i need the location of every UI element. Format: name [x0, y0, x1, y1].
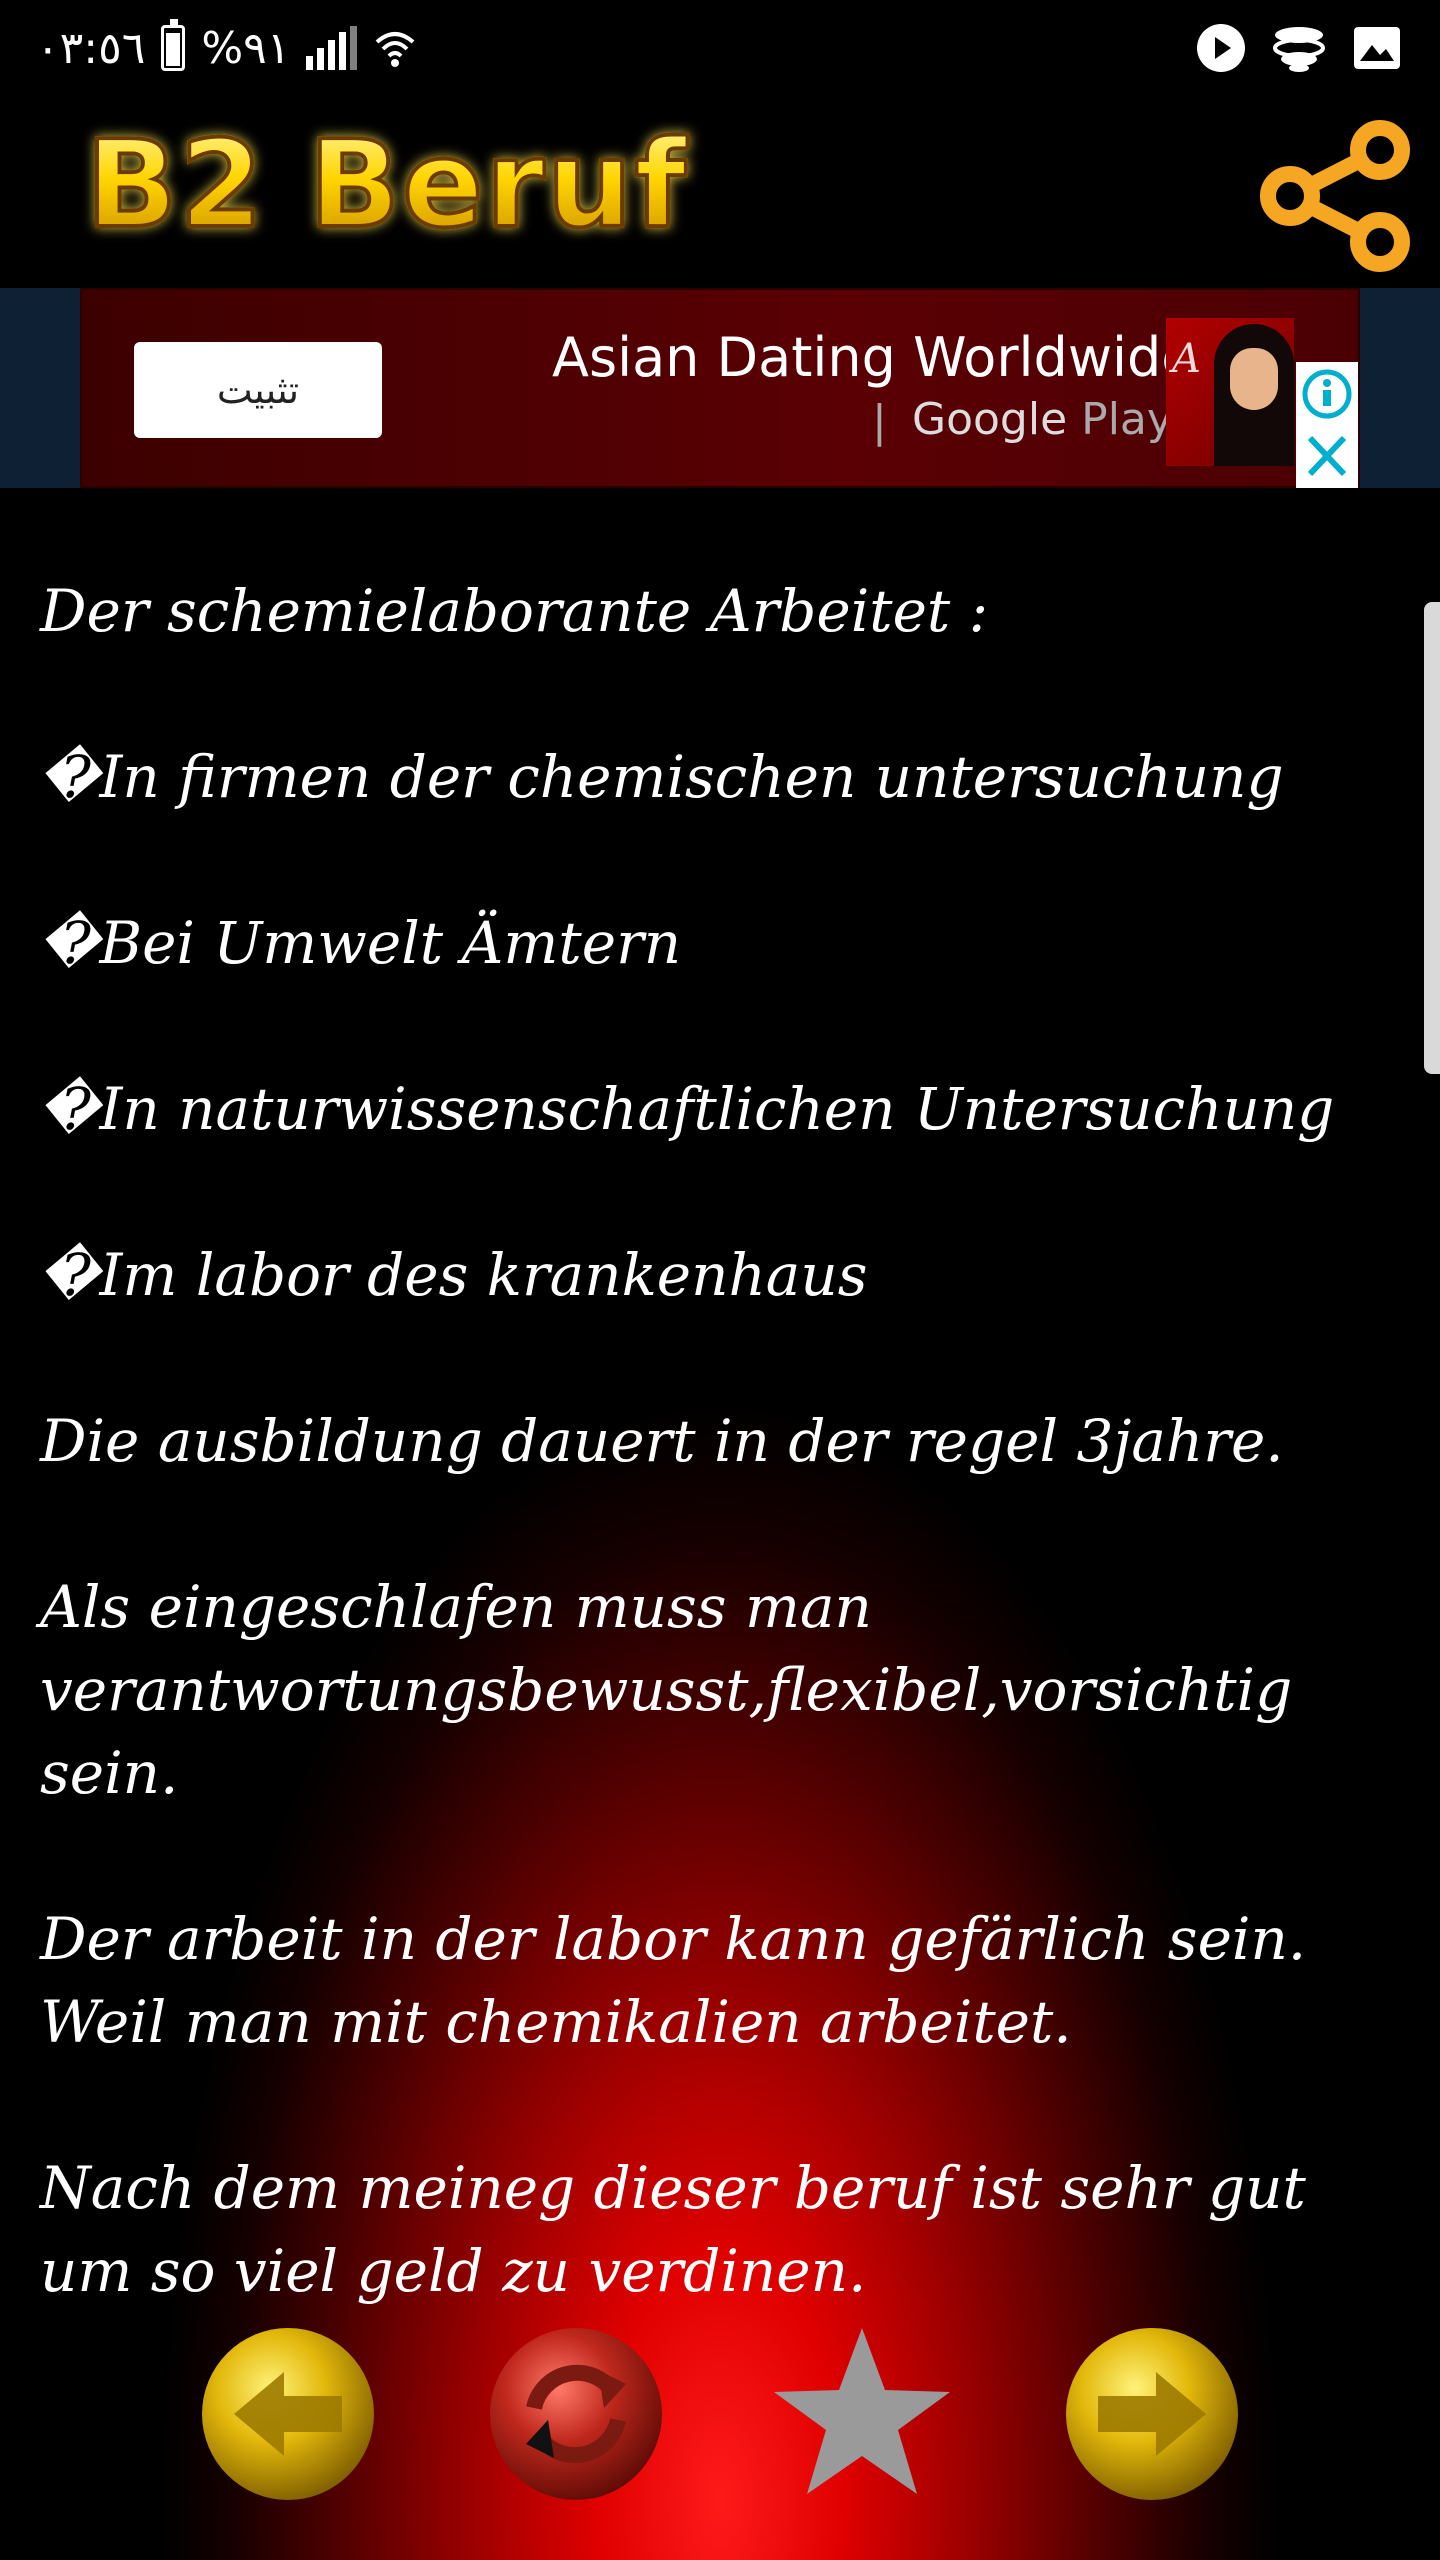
list-item: �Im labor des krankenhaus: [40, 1241, 868, 1309]
ad-install-button[interactable]: تثبيت: [134, 342, 382, 438]
ad-thumb-face: [1230, 348, 1278, 410]
refresh-icon[interactable]: [486, 2324, 666, 2504]
paragraph: Die ausbildung dauert in der regel 3jahr…: [40, 1407, 1284, 1475]
bottom-controls: [0, 2318, 1440, 2518]
gallery-icon: [1354, 27, 1400, 69]
wifi-icon: [376, 32, 415, 67]
status-right: [1194, 21, 1404, 75]
signal-icon: [306, 26, 358, 70]
scrollbar[interactable]: [1424, 602, 1440, 1074]
paragraph: Nach dem meineg dieser beruf ist sehr gu…: [40, 2154, 1306, 2305]
video-icon: [1197, 24, 1245, 72]
paragraph: Als eingeschlafen muss man verantwortung…: [40, 1573, 1293, 1807]
battery-icon: [161, 19, 186, 71]
list-item: �In naturwissenschaftlichen Untersuchung: [40, 1075, 1335, 1143]
google-play-prefix: Google: [912, 394, 1068, 445]
ad-divider: |: [872, 396, 887, 447]
app-bar: B2 Beruf: [0, 96, 1440, 288]
share-icon[interactable]: [1256, 116, 1416, 276]
list-item: �In firmen der chemischen untersuchung: [40, 743, 1284, 811]
ad-thumbnail[interactable]: A: [1166, 318, 1294, 466]
star-icon[interactable]: [772, 2324, 952, 2504]
cloud-icon: [1273, 27, 1325, 72]
article-content: Der schemielaborante Arbeitet : �In firm…: [40, 570, 1410, 2313]
status-bar: ٠٣:٥٦ %٩١: [0, 0, 1440, 96]
ad-banner[interactable]: تثبيت Asian Dating Worldwide | Google Pl…: [80, 288, 1360, 488]
paragraph: Der schemielaborante Arbeitet :: [40, 577, 989, 645]
paragraph: Der arbeit in der labor kann gefärlich s…: [40, 1905, 1307, 2056]
status-left: ٠٣:٥٦ %٩١: [36, 19, 417, 74]
arrow-right-icon[interactable]: [1062, 2324, 1242, 2504]
google-play-label: Google Play: [912, 394, 1173, 445]
google-play-suffix: Play: [1081, 394, 1173, 445]
battery-fill: [166, 33, 181, 66]
list-item: �Bei Umwelt Ämtern: [40, 909, 682, 977]
arrow-left-icon[interactable]: [198, 2324, 378, 2504]
ad-title[interactable]: Asian Dating Worldwide: [552, 326, 1195, 389]
status-time: ٠٣:٥٦: [36, 22, 146, 74]
info-icon[interactable]: [1296, 362, 1358, 426]
battery-percent: %٩١: [201, 22, 291, 74]
close-icon[interactable]: [1296, 424, 1358, 488]
ad-thumb-monogram: A: [1172, 336, 1201, 382]
app-logo: B2 Beruf: [84, 114, 689, 257]
